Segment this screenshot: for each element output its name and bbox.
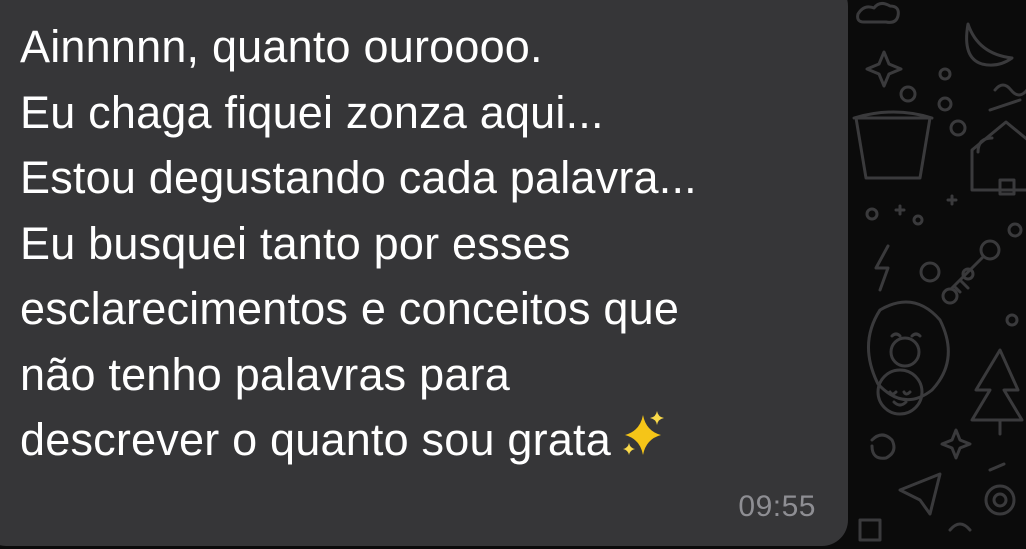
message-line: não tenho palavras para (20, 348, 510, 400)
message-line: descrever o quanto sou grata (20, 414, 611, 465)
message-timestamp: 09:55 (738, 490, 816, 523)
message-last-line: descrever o quanto sou grata (20, 407, 830, 473)
message-line: Ainnnnn, quanto ouroooo. (20, 21, 543, 72)
message-line: Eu busquei tanto por esses (20, 217, 571, 269)
message-line: esclarecimentos e conceitos que (20, 283, 680, 334)
sparkles-icon (622, 411, 664, 455)
message-line: Eu chaga fiquei zonza aqui... (20, 86, 604, 138)
message-content: Ainnnnn, quanto ouroooo. Eu chaga fiquei… (0, 0, 848, 546)
message-line: Estou degustando cada palavra... (20, 152, 697, 203)
message-text: Ainnnnn, quanto ouroooo. Eu chaga fiquei… (20, 14, 830, 473)
